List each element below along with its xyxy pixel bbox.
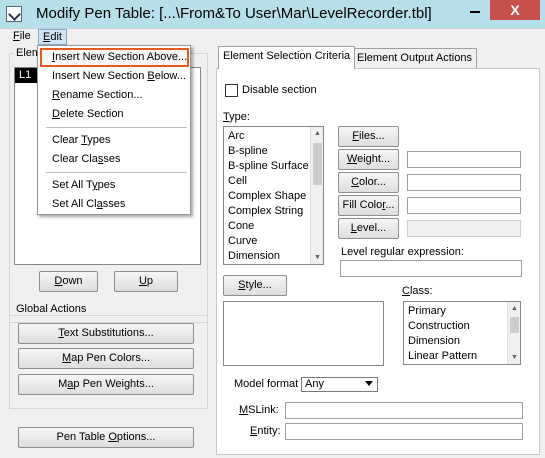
mslink-label: MSLink: <box>239 404 279 416</box>
tab-element-selection-criteria[interactable]: Element Selection Criteria <box>218 46 356 69</box>
type-list-item[interactable]: Complex Shape <box>224 189 323 204</box>
map-pen-colors-button[interactable]: Map Pen Colors... <box>18 348 194 369</box>
class-label: Class: <box>402 285 433 297</box>
chevron-down-icon <box>365 381 373 386</box>
menu-bar: File Edit <box>0 29 545 45</box>
disable-section-checkbox[interactable] <box>225 84 238 97</box>
type-list[interactable]: Arc B-spline B-spline Surface Cell Complex S… <box>223 126 324 265</box>
edit-menu-dropdown: Insert New Section Above... Insert New S… <box>37 45 191 215</box>
menu-item-rename-section[interactable]: Rename Section... <box>40 86 189 105</box>
level-field <box>407 220 521 237</box>
close-button[interactable]: X <box>490 0 540 20</box>
menu-file[interactable]: File <box>9 29 35 45</box>
minimize-button[interactable] <box>462 0 488 20</box>
menu-separator <box>46 172 187 173</box>
type-list-scrollbar[interactable]: ▲ ▼ <box>310 127 323 264</box>
class-list-item[interactable]: Construction <box>404 319 520 334</box>
global-actions-label: Global Actions <box>14 303 89 315</box>
menu-separator <box>46 127 187 128</box>
type-list-item[interactable]: Cone <box>224 219 323 234</box>
scroll-thumb[interactable] <box>313 143 322 185</box>
color-field[interactable] <box>407 174 521 191</box>
weight-button[interactable]: Weight... <box>338 149 399 170</box>
style-list[interactable] <box>223 301 384 366</box>
selection-criteria-panel: Disable section Type: Arc B-spline B-splin… <box>216 68 540 455</box>
type-list-item[interactable]: B-spline <box>224 144 323 159</box>
menu-item-clear-types[interactable]: Clear Types <box>40 131 189 150</box>
style-button[interactable]: Style... <box>223 275 287 296</box>
menu-edit[interactable]: Edit <box>38 29 67 45</box>
entity-label: Entity: <box>250 425 281 437</box>
model-format-label: Model format <box>234 378 299 390</box>
up-button[interactable]: Up <box>114 271 178 292</box>
fill-color-button[interactable]: Fill Color... <box>338 195 399 216</box>
class-list-item[interactable]: Primary <box>404 304 520 319</box>
level-regex-label: Level regular expression: <box>341 246 464 258</box>
down-button[interactable]: Down <box>39 271 98 292</box>
type-list-item[interactable]: Cell <box>224 174 323 189</box>
scroll-down-arrow-icon[interactable]: ▼ <box>508 351 520 364</box>
entity-field[interactable] <box>285 423 523 440</box>
menu-item-clear-classes[interactable]: Clear Classes <box>40 150 189 169</box>
window-title: Modify Pen Table: [...\From&To User\Mar\… <box>36 5 432 22</box>
type-list-item[interactable]: B-spline Surface <box>224 159 323 174</box>
model-format-value: Any <box>305 378 324 390</box>
disable-section-label: Disable section <box>242 84 317 96</box>
color-button[interactable]: Color... <box>338 172 399 193</box>
text-substitutions-button[interactable]: Text Substitutions... <box>18 323 194 344</box>
tab-element-output-actions[interactable]: Element Output Actions <box>352 48 477 69</box>
weight-field[interactable] <box>407 151 521 168</box>
map-pen-weights-button[interactable]: Map Pen Weights... <box>18 374 194 395</box>
pen-table-options-button[interactable]: Pen Table Options... <box>18 427 194 448</box>
class-list[interactable]: Primary Construction Dimension Linear Patte… <box>403 301 521 365</box>
pen-table-app-icon <box>6 6 22 22</box>
type-list-item[interactable]: Dimension <box>224 249 323 264</box>
scroll-up-arrow-icon[interactable]: ▲ <box>508 302 520 315</box>
type-list-item[interactable]: Complex String <box>224 204 323 219</box>
fill-color-field[interactable] <box>407 197 521 214</box>
title-bar: Modify Pen Table: [...\From&To User\Mar\… <box>0 0 545 28</box>
scroll-down-arrow-icon[interactable]: ▼ <box>311 251 323 264</box>
scroll-thumb[interactable] <box>510 317 519 333</box>
menu-item-delete-section[interactable]: Delete Section <box>40 105 189 124</box>
mslink-field[interactable] <box>285 402 523 419</box>
files-button[interactable]: Files... <box>338 126 399 147</box>
type-label: Type: <box>223 111 250 123</box>
class-list-item[interactable]: Dimension <box>404 334 520 349</box>
menu-item-insert-below[interactable]: Insert New Section Below... <box>40 67 189 86</box>
level-regex-field[interactable] <box>340 260 522 277</box>
level-button[interactable]: Level... <box>338 218 399 239</box>
dialog-body: File Edit Elem L1 Down Up Global Actions… <box>0 28 545 458</box>
model-format-select[interactable]: Any <box>301 377 378 392</box>
class-list-item[interactable]: Linear Pattern <box>404 349 520 364</box>
menu-item-insert-above[interactable]: Insert New Section Above... <box>40 48 189 67</box>
menu-item-set-all-classes[interactable]: Set All Classes <box>40 195 189 214</box>
menu-item-set-all-types[interactable]: Set All Types <box>40 176 189 195</box>
class-list-scrollbar[interactable]: ▲ ▼ <box>507 302 520 364</box>
scroll-up-arrow-icon[interactable]: ▲ <box>311 127 323 140</box>
type-list-item[interactable]: Arc <box>224 129 323 144</box>
type-list-item[interactable]: Curve <box>224 234 323 249</box>
